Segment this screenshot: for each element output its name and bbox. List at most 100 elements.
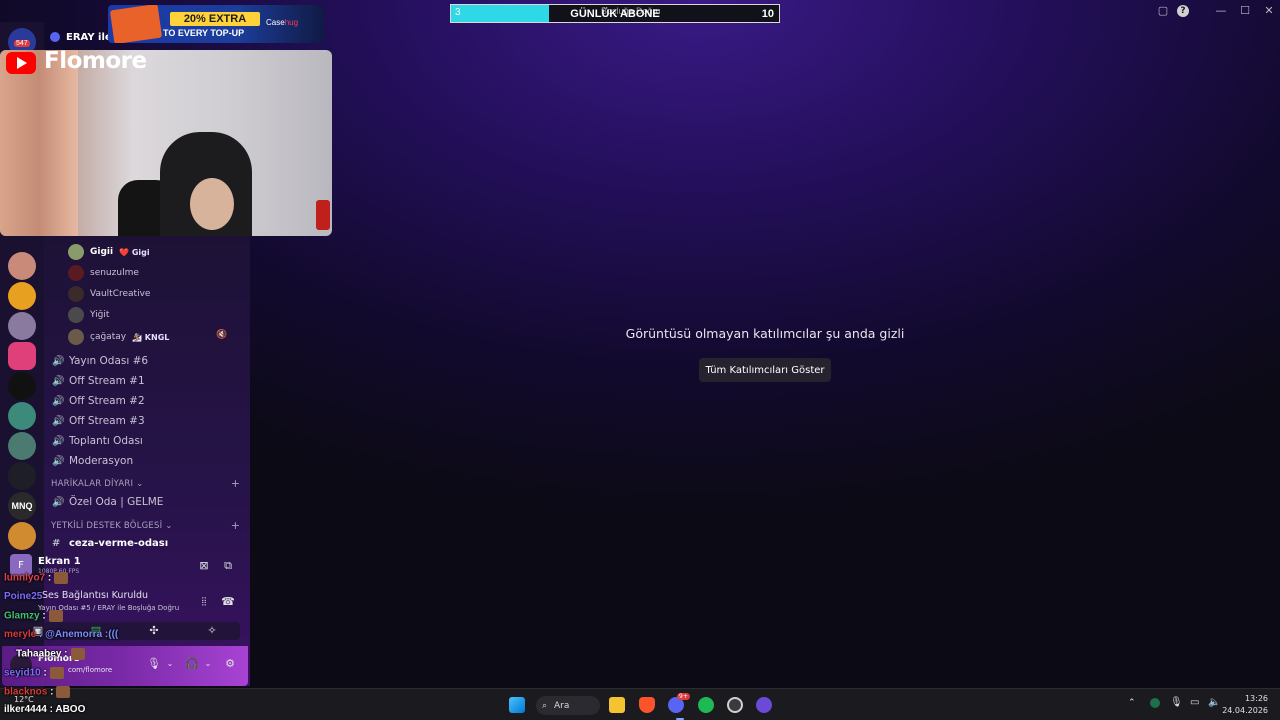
start-icon[interactable] (509, 697, 525, 713)
emote-icon (49, 667, 64, 679)
chevron-up-icon[interactable]: ⌃ (1128, 698, 1136, 708)
chevron-down-icon[interactable]: ⌄ (162, 656, 178, 672)
emote-icon (48, 610, 63, 622)
subscriber-goal-bar: 3 Boşluğa Doğru GÜNLÜK ABONE 10 (450, 4, 780, 23)
case-icon (109, 5, 163, 43)
volume-icon[interactable]: 🔈 (1208, 697, 1220, 708)
member-name: Yiğit (90, 310, 110, 320)
chat-text: : (43, 667, 47, 679)
speaker-icon: 🔊 (52, 415, 65, 427)
category-name: YETKİLİ DESTEK BÖLGESİ (51, 521, 163, 531)
app-icon[interactable] (756, 697, 772, 713)
avatar (68, 244, 84, 260)
file-explorer-icon[interactable] (609, 697, 625, 713)
voice-member[interactable]: Gigii ❤️ Gigi (68, 243, 150, 261)
voice-channel[interactable]: 🔊 Özel Oda | GELME (52, 493, 163, 511)
chat-text: : @Anemorra :((( (39, 629, 119, 640)
server-icon[interactable] (8, 342, 36, 370)
server-icon[interactable] (8, 462, 36, 490)
server-icon[interactable]: MNQ (8, 492, 36, 520)
noise-suppression-icon[interactable]: ⦙⦙ (196, 594, 212, 610)
system-clock[interactable]: 13:26 24.04.2026 (1222, 693, 1268, 717)
ad-banner[interactable]: 20% EXTRA TO EVERY TOP-UP Casehug (108, 5, 324, 43)
goal-max: 10 (761, 8, 774, 20)
chevron-down-icon[interactable]: ⌄ (200, 656, 216, 672)
clock-time: 13:26 (1244, 694, 1268, 703)
chat-text: : (50, 686, 54, 698)
help-icon[interactable]: ? (1177, 5, 1189, 17)
server-icon[interactable] (8, 252, 36, 280)
obs-icon[interactable] (727, 697, 743, 713)
microphone-icon[interactable]: 🎙 (1170, 697, 1183, 708)
ad-extra: 20% EXTRA (170, 12, 260, 26)
maximize-button[interactable]: ☐ (1236, 4, 1254, 18)
category-header[interactable]: HARİKALAR DİYARI ⌄ (51, 479, 143, 489)
speaker-icon: 🔊 (52, 355, 65, 367)
voice-channel[interactable]: 🔊 Off Stream #1 (52, 372, 145, 390)
voice-member[interactable]: Yiğit (68, 306, 109, 324)
screen-share-icon[interactable]: ▢ (1154, 4, 1172, 18)
gear-icon[interactable]: ⚙ (222, 656, 238, 672)
channel-name: ceza-verme-odası (69, 537, 169, 549)
voice-connection-status[interactable]: Ses Bağlantısı Kuruldu (42, 590, 148, 601)
screen-label: Ekran 1 (38, 556, 81, 567)
voice-channel[interactable]: 🔊 Off Stream #2 (52, 392, 145, 410)
call-icon (50, 32, 60, 42)
chat-user: ilker4444 (4, 704, 47, 715)
add-channel-icon[interactable]: + (231, 519, 240, 532)
search-box[interactable]: ⌕ Ara (536, 696, 600, 715)
chat-message: blacknos : (4, 686, 71, 698)
speaker-icon: 🔊 (52, 435, 65, 447)
category-header[interactable]: YETKİLİ DESTEK BÖLGESİ ⌄ (51, 521, 173, 531)
call-label[interactable]: ERAY ile (50, 28, 112, 46)
goal-title: GÜNLÜK ABONE (570, 8, 660, 20)
youtube-icon (6, 52, 36, 74)
stream-settings-icon[interactable]: ⧉ (220, 558, 236, 574)
monitor-icon[interactable]: ▭ (1190, 697, 1199, 708)
channel-name: Özel Oda | GELME (69, 496, 164, 508)
hidden-participants-message: Görüntüsü olmayan katılımcılar şu anda g… (625, 326, 905, 341)
chat-user: blacknos (4, 686, 48, 698)
call-label-text: ERAY ile (66, 31, 112, 43)
chat-message: Glamzy : (4, 610, 63, 622)
voice-channel[interactable]: 🔊 Off Stream #3 (52, 412, 145, 430)
server-icon[interactable] (8, 282, 36, 310)
notification-badge: 547 (14, 40, 30, 47)
show-all-participants-button[interactable]: Tüm Katılımcıları Göster (699, 358, 831, 382)
emote-icon (54, 572, 69, 584)
chat-user: Tahaabey (16, 648, 62, 660)
spotify-icon[interactable] (698, 697, 714, 713)
server-icon[interactable] (8, 402, 36, 430)
chat-user: Glamzy (4, 610, 40, 622)
activities-icon[interactable]: ✣ (146, 623, 162, 639)
voice-channel[interactable]: 🔊 Yayın Odası #6 (52, 352, 148, 370)
server-icon[interactable] (8, 522, 36, 550)
microphone-icon[interactable]: 🎙 (146, 656, 162, 672)
brave-icon[interactable] (639, 697, 655, 713)
voice-member[interactable]: senuzulme (68, 264, 139, 282)
add-channel-icon[interactable]: + (231, 477, 240, 490)
voice-channel[interactable]: 🔊 Toplantı Odası (52, 432, 143, 450)
soundboard-icon[interactable]: ✧ (204, 623, 220, 639)
minimize-button[interactable]: — (1212, 4, 1230, 18)
tray-app-icon[interactable] (1150, 698, 1160, 708)
voice-member[interactable]: VaultCreative (68, 285, 150, 303)
stop-stream-icon[interactable]: ⊠ (196, 558, 212, 574)
streamer-webcam (0, 50, 332, 236)
server-icon[interactable] (8, 372, 36, 400)
category-name: HARİKALAR DİYARI (51, 479, 134, 489)
discord-stream-view: ▢ ? — ☐ ✕ 3 Boşluğa Doğru GÜNLÜK ABONE 1… (0, 0, 1280, 688)
speaker-icon: 🔊 (52, 395, 65, 407)
user-status: com/flomore (68, 666, 113, 674)
member-name: senuzulme (90, 268, 139, 278)
member-name: Gigii (90, 247, 114, 257)
headphones-icon[interactable]: 🎧 (184, 656, 200, 672)
channel-name: Off Stream #1 (69, 375, 145, 387)
disconnect-icon[interactable]: ☎ (220, 594, 236, 610)
close-button[interactable]: ✕ (1260, 4, 1278, 18)
brand-highlight: hug (284, 18, 299, 27)
search-icon: ⌕ (542, 700, 548, 711)
voice-channel[interactable]: 🔊 Moderasyon (52, 452, 133, 470)
channel-name: Moderasyon (69, 455, 134, 467)
server-icon[interactable] (8, 432, 36, 460)
